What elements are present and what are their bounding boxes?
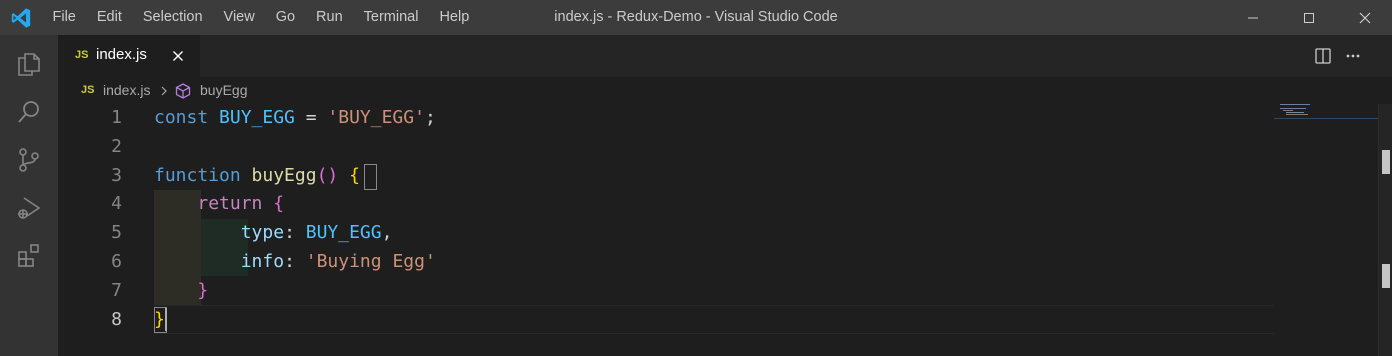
minimap-viewport-line	[1274, 118, 1378, 119]
code-editor[interactable]: 1 2 3 4 5 6 7 8 const BUY_EGG = 'BUY_EGG…	[58, 104, 1274, 356]
js-file-icon: JS	[81, 84, 95, 96]
js-file-icon: JS	[75, 49, 89, 61]
close-window-button[interactable]	[1342, 0, 1388, 35]
line-number: 5	[111, 222, 122, 244]
minimap-line	[1286, 112, 1304, 113]
line-number: 3	[111, 164, 122, 186]
maximize-icon	[1304, 12, 1314, 23]
minimize-button[interactable]	[1230, 0, 1276, 35]
minimap-line	[1280, 108, 1306, 109]
minimap[interactable]	[1274, 104, 1378, 356]
run-debug-icon	[18, 197, 41, 219]
code-line: type: BUY_EGG,	[240, 222, 393, 244]
activity-bar	[0, 35, 58, 356]
close-icon	[1359, 12, 1371, 23]
source-control-icon	[19, 148, 39, 172]
split-editor-button[interactable]	[1312, 45, 1334, 67]
code-line: function buyEgg() {	[154, 164, 360, 186]
overview-ruler-marker	[1382, 150, 1390, 174]
minimap-line	[1286, 114, 1308, 115]
line-number: 1	[111, 107, 122, 128]
tab-bar: JS index.js	[58, 35, 1392, 77]
vertical-scrollbar[interactable]	[1378, 104, 1392, 356]
breadcrumb: JS index.js buyEgg	[58, 77, 1392, 104]
title-bar: File Edit Selection View Go Run Terminal…	[0, 0, 1392, 35]
tab-label: index.js	[96, 46, 147, 63]
code-line: return {	[197, 193, 285, 215]
split-editor-icon	[1315, 48, 1331, 64]
maximize-button[interactable]	[1286, 0, 1332, 35]
text-cursor	[165, 308, 167, 331]
current-line-highlight	[154, 305, 1274, 334]
minimap-line	[1280, 104, 1310, 105]
code-line: const BUY_EGG = 'BUY_EGG';	[154, 107, 436, 128]
activity-search[interactable]	[0, 88, 58, 136]
code-line: }	[197, 279, 209, 301]
line-number: 4	[111, 193, 122, 215]
activity-extensions[interactable]	[0, 232, 58, 280]
search-icon	[18, 101, 39, 123]
extensions-icon	[18, 244, 39, 267]
line-number-current: 8	[111, 308, 122, 330]
breadcrumb-file[interactable]: index.js	[103, 82, 150, 98]
tab-index-js[interactable]: JS index.js	[58, 35, 200, 77]
explorer-icon	[18, 53, 40, 76]
activity-source-control[interactable]	[0, 136, 58, 184]
breadcrumb-symbol[interactable]: buyEgg	[200, 82, 247, 98]
minimap-line	[1283, 110, 1293, 111]
minimize-icon	[1248, 17, 1258, 18]
line-number: 2	[111, 135, 122, 157]
overview-ruler-marker	[1382, 264, 1390, 288]
code-line: }	[154, 308, 165, 330]
matching-bracket-highlight	[364, 164, 377, 190]
line-number: 6	[111, 251, 122, 272]
more-actions-button[interactable]	[1342, 45, 1364, 67]
close-tab-icon[interactable]	[170, 48, 186, 64]
chevron-right-icon	[161, 86, 167, 96]
code-line: info: 'Buying Egg'	[240, 251, 436, 272]
activity-run-debug[interactable]	[0, 184, 58, 232]
line-number: 7	[111, 279, 122, 301]
more-icon	[1346, 54, 1360, 58]
activity-explorer[interactable]	[0, 40, 58, 88]
method-symbol-icon	[175, 83, 191, 99]
window-title: index.js - Redux-Demo - Visual Studio Co…	[554, 9, 838, 25]
